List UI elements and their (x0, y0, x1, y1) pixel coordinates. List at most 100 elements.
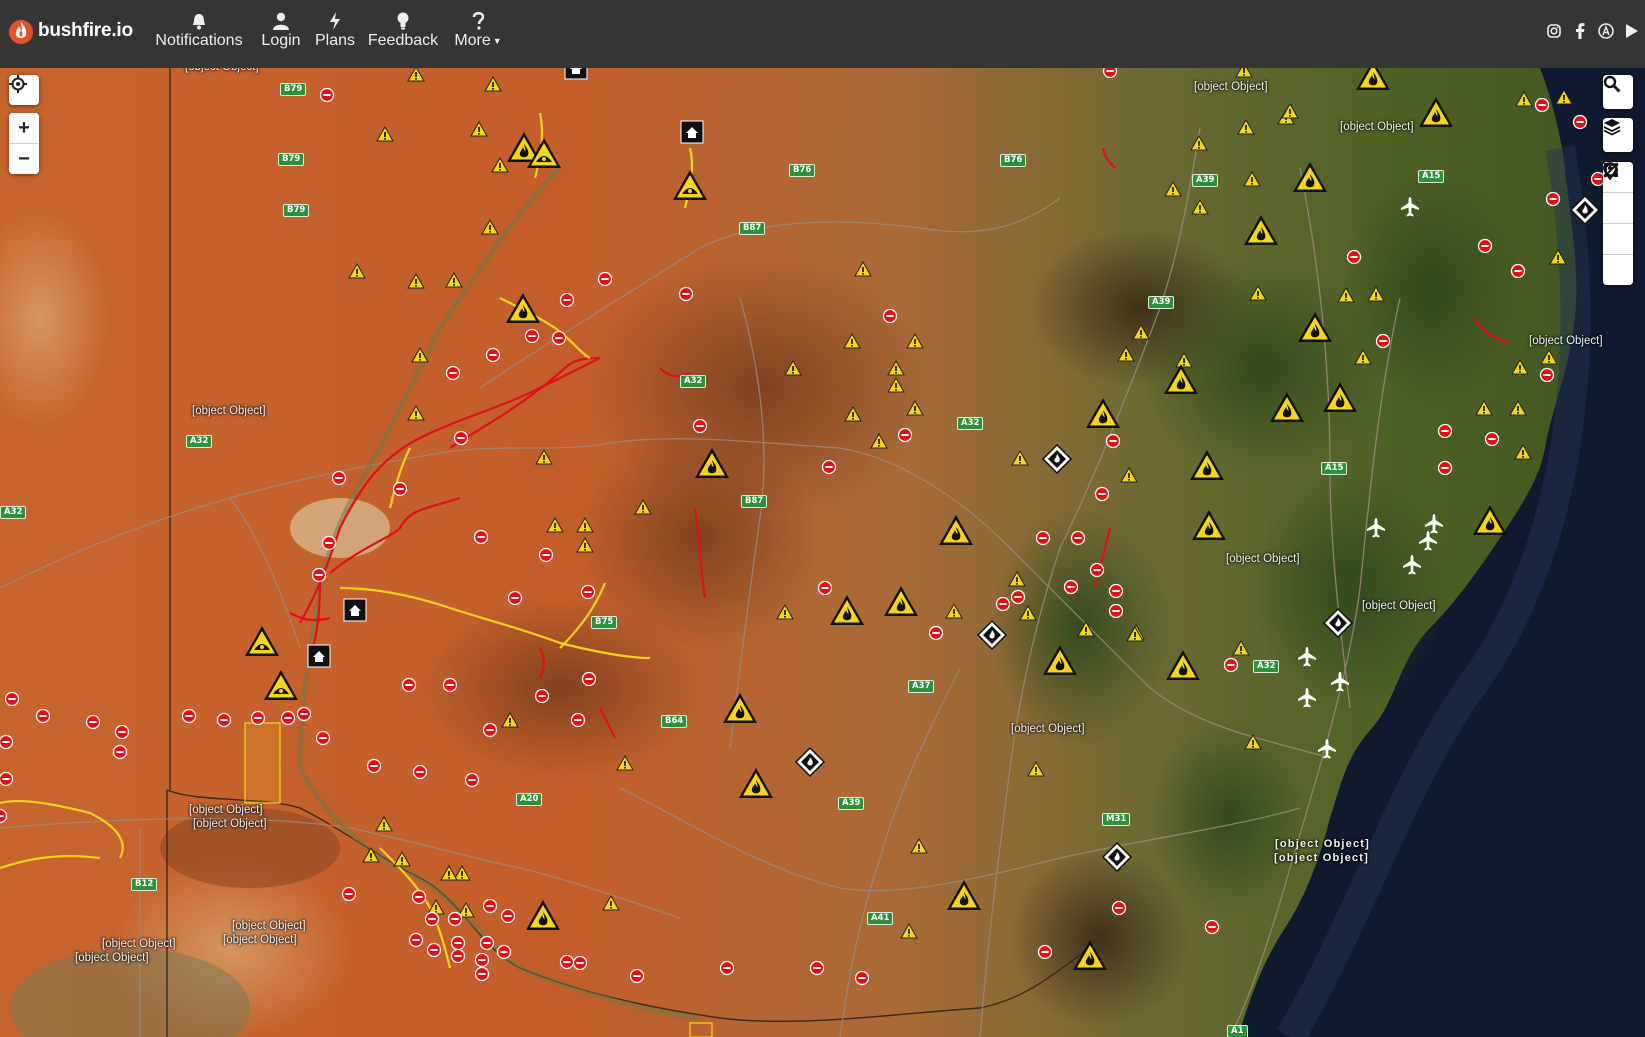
structure-fire-icon[interactable] (307, 644, 331, 668)
road-closure-icon[interactable] (1437, 460, 1453, 476)
road-closure-icon[interactable] (447, 911, 463, 927)
road-closure-icon[interactable] (572, 955, 588, 971)
satellite-map[interactable] (0, 68, 1645, 1037)
road-closure-icon[interactable] (809, 960, 825, 976)
google-play-icon[interactable] (1623, 21, 1641, 41)
road-closure-icon[interactable] (473, 529, 489, 545)
nav-plans[interactable]: Plans (315, 8, 355, 60)
road-closure-icon[interactable] (1477, 238, 1493, 254)
nav-login[interactable]: Login (259, 8, 303, 60)
draw-circle-button[interactable] (1603, 163, 1633, 254)
road-closure-icon[interactable] (464, 772, 480, 788)
road-closure-icon[interactable] (551, 330, 567, 346)
road-closure-icon[interactable] (366, 758, 382, 774)
road-closure-icon[interactable] (424, 911, 440, 927)
road-closure-icon[interactable] (311, 567, 327, 583)
road-closure-icon[interactable] (474, 966, 490, 982)
draw-polygon-button[interactable] (1603, 163, 1633, 285)
app-store-icon[interactable] (1597, 21, 1615, 41)
road-closure-icon[interactable] (1204, 919, 1220, 935)
road-closure-icon[interactable] (597, 271, 613, 287)
road-closure-icon[interactable] (321, 535, 337, 551)
road-closure-icon[interactable] (479, 935, 495, 951)
road-closure-icon[interactable] (496, 944, 512, 960)
road-closure-icon[interactable] (35, 708, 51, 724)
structure-fire-icon[interactable] (343, 598, 367, 622)
road-closure-icon[interactable] (1545, 191, 1561, 207)
road-closure-icon[interactable] (450, 935, 466, 951)
road-closure-icon[interactable] (692, 418, 708, 434)
road-closure-icon[interactable] (1010, 589, 1026, 605)
road-closure-icon[interactable] (1037, 944, 1053, 960)
structure-fire-icon[interactable] (564, 68, 588, 80)
nav-feedback[interactable]: Feedback (368, 8, 438, 60)
road-closure-icon[interactable] (85, 714, 101, 730)
road-closure-icon[interactable] (1534, 97, 1550, 113)
instagram-icon[interactable] (1545, 21, 1563, 41)
brand-logo[interactable]: bushfire.io (8, 17, 133, 45)
road-closure-icon[interactable] (1094, 486, 1110, 502)
road-closure-icon[interactable] (319, 87, 335, 103)
road-closure-icon[interactable] (534, 688, 550, 704)
road-closure-icon[interactable] (719, 960, 735, 976)
road-closure-icon[interactable] (1510, 263, 1526, 279)
road-closure-icon[interactable] (1089, 562, 1105, 578)
road-closure-icon[interactable] (1070, 530, 1086, 546)
road-closure-icon[interactable] (1539, 367, 1555, 383)
zoom-out-button[interactable]: − (9, 143, 39, 174)
road-closure-icon[interactable] (474, 952, 490, 968)
road-closure-icon[interactable] (408, 932, 424, 948)
road-closure-icon[interactable] (559, 954, 575, 970)
locate-button[interactable] (9, 75, 39, 105)
search-button[interactable] (1603, 75, 1633, 109)
road-closure-icon[interactable] (0, 734, 14, 750)
road-closure-icon[interactable] (442, 677, 458, 693)
road-closure-icon[interactable] (1035, 530, 1051, 546)
structure-fire-icon[interactable] (680, 120, 704, 144)
road-closure-icon[interactable] (1223, 657, 1239, 673)
nav-notifications[interactable]: Notifications (152, 8, 246, 60)
road-closure-icon[interactable] (928, 625, 944, 641)
road-closure-icon[interactable] (507, 590, 523, 606)
road-closure-icon[interactable] (570, 712, 586, 728)
layers-button[interactable] (1603, 118, 1633, 152)
map-canvas[interactable]: B79 B79 B79 B76 B76 A39 A15 B87 A32 A39 … (0, 68, 1645, 1037)
road-closure-icon[interactable] (112, 744, 128, 760)
road-closure-icon[interactable] (817, 580, 833, 596)
road-closure-icon[interactable] (854, 970, 870, 986)
road-closure-icon[interactable] (1102, 68, 1118, 79)
road-closure-icon[interactable] (524, 328, 540, 344)
road-closure-icon[interactable] (1375, 333, 1391, 349)
road-closure-icon[interactable] (821, 459, 837, 475)
road-closure-icon[interactable] (897, 427, 913, 443)
road-closure-icon[interactable] (1063, 579, 1079, 595)
road-closure-icon[interactable] (1111, 900, 1127, 916)
road-closure-icon[interactable] (1108, 583, 1124, 599)
road-closure-icon[interactable] (538, 547, 554, 563)
road-closure-icon[interactable] (445, 365, 461, 381)
road-closure-icon[interactable] (482, 722, 498, 738)
draw-marker-button[interactable] (1603, 162, 1633, 223)
road-closure-icon[interactable] (1108, 603, 1124, 619)
road-closure-icon[interactable] (4, 691, 20, 707)
road-closure-icon[interactable] (1572, 114, 1588, 130)
facebook-icon[interactable] (1571, 21, 1589, 41)
road-closure-icon[interactable] (341, 886, 357, 902)
road-closure-icon[interactable] (882, 308, 898, 324)
road-closure-icon[interactable] (1484, 431, 1500, 447)
road-closure-icon[interactable] (392, 481, 408, 497)
road-closure-icon[interactable] (296, 706, 312, 722)
road-closure-icon[interactable] (500, 908, 516, 924)
road-closure-icon[interactable] (114, 724, 130, 740)
road-closure-icon[interactable] (216, 712, 232, 728)
road-closure-icon[interactable] (629, 968, 645, 984)
road-closure-icon[interactable] (453, 430, 469, 446)
road-closure-icon[interactable] (181, 708, 197, 724)
zoom-in-button[interactable]: + (9, 113, 39, 143)
road-closure-icon[interactable] (315, 730, 331, 746)
road-closure-icon[interactable] (581, 671, 597, 687)
road-closure-icon[interactable] (401, 677, 417, 693)
road-closure-icon[interactable] (678, 286, 694, 302)
road-closure-icon[interactable] (331, 470, 347, 486)
road-closure-icon[interactable] (412, 764, 428, 780)
